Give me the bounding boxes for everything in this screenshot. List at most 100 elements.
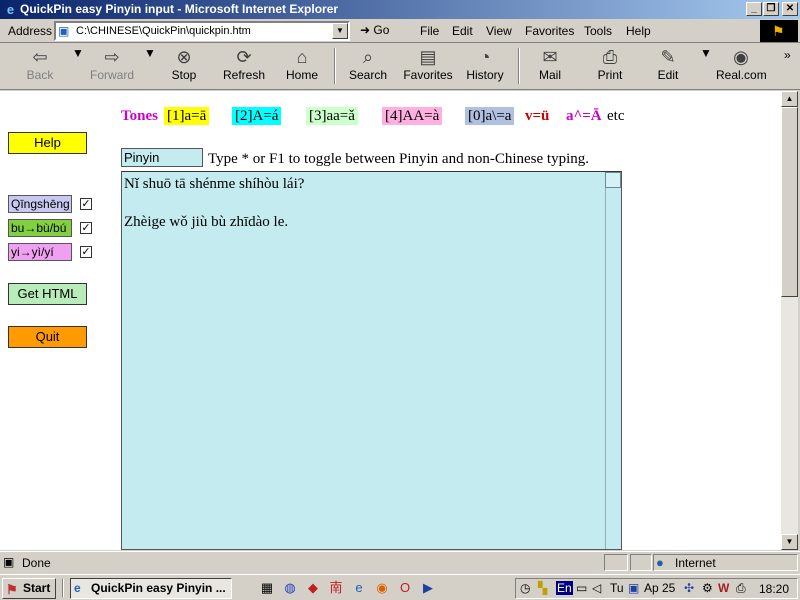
page-viewport: Tones [1]a=ā [2]A=á [3]aa=ǎ [4]AA=à [0]a…: [0, 91, 781, 550]
tone2-legend: [2]A=á: [232, 107, 282, 125]
address-menu-bar: Address ▣ C:\CHINESE\QuickPin\quickpin.h…: [0, 19, 800, 43]
tray-speaker-icon[interactable]: ◁: [592, 581, 601, 595]
help-button[interactable]: Help: [8, 132, 87, 154]
quit-button[interactable]: Quit: [8, 326, 87, 348]
textarea-scrollbar-track[interactable]: [605, 188, 621, 549]
toolbar-overflow-icon[interactable]: »: [784, 48, 791, 88]
home-label: Home: [285, 68, 318, 82]
edit-button[interactable]: ✎ Edit: [652, 46, 684, 86]
bu-checkbox[interactable]: ✓: [80, 222, 92, 234]
print-button[interactable]: ⎙ Print: [592, 46, 628, 86]
internet-explorer-icon: e: [74, 581, 81, 595]
quicklaunch-opera-icon[interactable]: O: [396, 579, 414, 597]
scroll-down-icon[interactable]: ▼: [781, 534, 798, 550]
chevron-down-icon[interactable]: ▼: [332, 23, 348, 39]
tone1-legend: [1]a=ā: [164, 107, 210, 125]
window-title: QuickPin easy Pinyin input - Microsoft I…: [20, 2, 339, 16]
v-umlaut-legend: v=ü: [525, 108, 550, 124]
back-arrow-icon: ⇦: [32, 47, 48, 67]
toolbar-separator: [334, 48, 336, 84]
search-icon: ⌕: [362, 47, 374, 67]
quicklaunch-app-icon[interactable]: ◆: [304, 579, 322, 597]
quicklaunch-desktop-icon[interactable]: ▦: [258, 579, 276, 597]
window-title-bar[interactable]: e QuickPin easy Pinyin input - Microsoft…: [0, 0, 800, 19]
quicklaunch-globe-icon[interactable]: ◍: [281, 579, 299, 597]
maximize-button[interactable]: ❐: [763, 2, 779, 16]
textarea-scrollbar-thumb[interactable]: [605, 172, 621, 188]
quicklaunch-chinese-icon[interactable]: 南: [327, 579, 345, 597]
tray-app-icon[interactable]: ▚: [538, 581, 547, 595]
back-button[interactable]: ⇦ Back: [14, 46, 66, 86]
tones-label: Tones: [121, 108, 158, 124]
menu-favorites[interactable]: Favorites: [525, 24, 574, 38]
real-player-icon: ◉: [733, 47, 749, 67]
refresh-label: Refresh: [222, 68, 266, 82]
get-html-button[interactable]: Get HTML: [8, 283, 87, 305]
taskbar-ie-window[interactable]: e QuickPin easy Pinyin ...: [70, 578, 232, 599]
input-mode-field[interactable]: Pinyin: [121, 148, 203, 167]
tray-printer-icon[interactable]: ⎙: [736, 581, 746, 596]
history-button[interactable]: ◔ History: [464, 46, 506, 86]
menu-view[interactable]: View: [486, 24, 512, 38]
qingsheng-option: Qīngshēng: [8, 195, 72, 213]
minimize-button[interactable]: _: [746, 2, 762, 16]
quicklaunch-media-icon[interactable]: ▶: [419, 579, 437, 597]
page-scrollbar[interactable]: ▲ ▼: [781, 91, 798, 550]
status-cell: [630, 554, 652, 571]
browser-toolbar: ⇦ Back ▼ ⇨ Forward ▼ ⊗ Stop ⟳ Refresh ⌂ …: [0, 44, 800, 90]
yi-checkbox[interactable]: ✓: [80, 246, 92, 258]
home-icon: ⌂: [296, 47, 308, 67]
print-label: Print: [597, 68, 623, 82]
language-indicator[interactable]: En: [556, 581, 573, 595]
tray-plug-icon[interactable]: ⚙: [702, 581, 713, 595]
toolbar-separator: [518, 48, 520, 84]
tray-tu-label[interactable]: Tu: [610, 581, 624, 595]
menu-tools[interactable]: Tools: [584, 24, 612, 38]
mail-button[interactable]: ✉ Mail: [532, 46, 568, 86]
edit-dropdown-icon[interactable]: ▼: [700, 46, 712, 86]
tone3-legend: [3]aa=ǎ: [306, 107, 358, 125]
zone-label: Internet: [675, 556, 716, 570]
tray-word-icon[interactable]: W: [718, 581, 729, 595]
qingsheng-checkbox[interactable]: ✓: [80, 198, 92, 210]
refresh-button[interactable]: ⟳ Refresh: [220, 46, 268, 86]
stop-button[interactable]: ⊗ Stop: [162, 46, 206, 86]
start-label: Start: [23, 581, 51, 595]
menu-help[interactable]: Help: [626, 24, 651, 38]
taskbar: ⚑ Start e QuickPin easy Pinyin ... ▦ ◍ ◆…: [0, 574, 800, 600]
tray-date-label[interactable]: Ap 25: [644, 581, 675, 595]
close-button[interactable]: ✕: [782, 2, 798, 16]
edit-label: Edit: [657, 68, 679, 82]
mode-hint: Type * or F1 to toggle between Pinyin an…: [208, 151, 589, 167]
go-button[interactable]: ➜ Go: [360, 23, 389, 37]
forward-button[interactable]: ⇨ Forward: [86, 46, 138, 86]
scrollbar-thumb[interactable]: [781, 107, 798, 297]
favorites-button[interactable]: ▤ Favorites: [402, 46, 454, 86]
search-button[interactable]: ⌕ Search: [346, 46, 390, 86]
start-button[interactable]: ⚑ Start: [2, 578, 56, 599]
clock: 18:20: [758, 582, 789, 596]
tray-window-icon[interactable]: ▭: [576, 581, 587, 595]
tray-network-icon[interactable]: ▣: [628, 581, 639, 595]
go-label: Go: [373, 23, 390, 37]
status-text: Done: [22, 556, 51, 570]
scroll-up-icon[interactable]: ▲: [781, 91, 798, 107]
internet-zone-icon: ●: [656, 555, 664, 570]
back-dropdown-icon[interactable]: ▼: [72, 46, 84, 86]
pinyin-textarea[interactable]: Nǐ shuō tā shénme shíhòu lái? Zhèige wǒ …: [121, 171, 622, 550]
quicklaunch-firefox-icon[interactable]: ◉: [373, 579, 391, 597]
capital-tone-legend: a^=Ā: [566, 108, 602, 124]
yi-option: yi→yì/yí: [8, 243, 72, 261]
quicklaunch-ie-icon[interactable]: e: [350, 579, 368, 597]
tray-settings-icon[interactable]: ✣: [684, 581, 694, 595]
address-input[interactable]: ▣ C:\CHINESE\QuickPin\quickpin.htm ▼: [54, 21, 350, 41]
task-label: QuickPin easy Pinyin ...: [91, 581, 226, 595]
history-icon: ◔: [479, 47, 491, 67]
mail-icon: ✉: [542, 47, 558, 67]
real-com-button[interactable]: ◉ Real.com: [716, 46, 767, 86]
menu-file[interactable]: File: [420, 24, 439, 38]
tray-clock-icon[interactable]: ◷: [520, 581, 530, 595]
home-button[interactable]: ⌂ Home: [284, 46, 320, 86]
forward-dropdown-icon[interactable]: ▼: [144, 46, 156, 86]
menu-edit[interactable]: Edit: [452, 24, 473, 38]
